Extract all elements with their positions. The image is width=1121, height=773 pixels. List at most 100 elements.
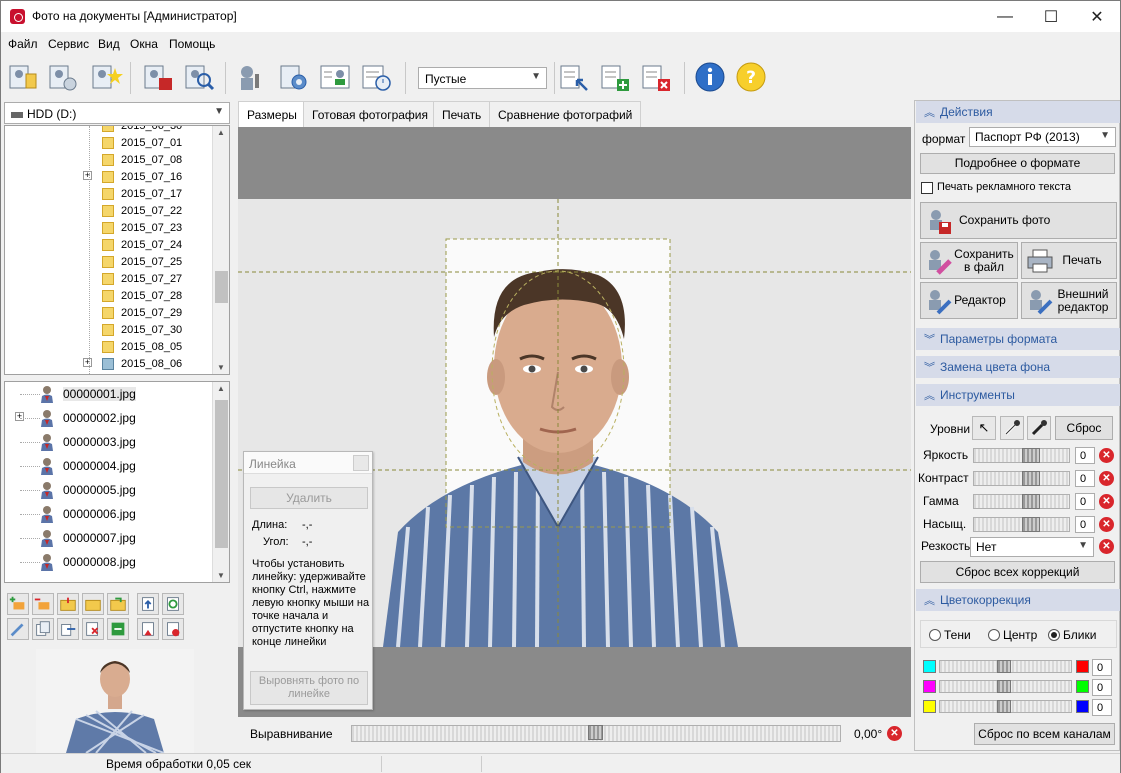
adjust-slider-thumb[interactable] — [1022, 517, 1040, 532]
tab-print[interactable]: Печать — [433, 101, 491, 127]
adjust-value[interactable]: 0 — [1075, 493, 1095, 510]
file-item[interactable]: 00000006.jpg — [5, 502, 211, 526]
scroll-down-icon[interactable]: ▼ — [217, 363, 225, 372]
adjust-slider[interactable] — [973, 494, 1070, 509]
folder-item[interactable]: 2015_07_08 — [5, 152, 211, 169]
scroll-up-icon[interactable]: ▲ — [217, 384, 225, 393]
sharpness-select[interactable]: Нет ▼ — [970, 537, 1094, 557]
add-above-icon[interactable] — [7, 593, 29, 615]
help-icon[interactable]: ? — [734, 60, 768, 94]
refresh-icon[interactable] — [162, 593, 184, 615]
adjust-reset-icon[interactable]: ✕ — [1099, 494, 1114, 509]
sort-asc-icon[interactable] — [137, 593, 159, 615]
channel-slider-thumb[interactable] — [997, 680, 1011, 693]
tab-sizes[interactable]: Размеры — [238, 101, 306, 128]
schedule-icon[interactable] — [359, 60, 393, 94]
folder-item[interactable]: 2015_07_17 — [5, 186, 211, 203]
adjust-reset-icon[interactable]: ✕ — [1099, 471, 1114, 486]
file-item[interactable]: 00000004.jpg — [5, 454, 211, 478]
folder-item[interactable]: 2015_08_05 — [5, 339, 211, 356]
folder-item[interactable]: 2015_07_01 — [5, 135, 211, 152]
format-select[interactable]: Паспорт РФ (2013) ▼ — [969, 127, 1116, 147]
section-color-correction-header[interactable]: ︽ Цветокоррекция — [916, 589, 1120, 611]
add-list-icon[interactable] — [598, 60, 632, 94]
drive-select[interactable]: HDD (D:) ▼ — [4, 102, 230, 124]
delete-file-icon[interactable] — [82, 618, 104, 640]
menu-view[interactable]: Вид — [98, 37, 120, 51]
settings-icon[interactable] — [277, 60, 311, 94]
adjust-value[interactable]: 0 — [1075, 447, 1095, 464]
folder-item[interactable]: 2015_07_23 — [5, 220, 211, 237]
time-sort-icon[interactable] — [162, 618, 184, 640]
channel-slider[interactable] — [939, 680, 1072, 693]
menu-windows[interactable]: Окна — [130, 37, 158, 51]
preset-select[interactable]: Пустые ▼ — [418, 67, 547, 89]
remove-item-icon[interactable] — [32, 593, 54, 615]
section-actions-header[interactable]: ︽ Действия — [916, 101, 1120, 123]
adjust-slider-thumb[interactable] — [1022, 448, 1040, 463]
expand-icon[interactable]: + — [15, 412, 24, 421]
file-list-scrollbar[interactable]: ▲ ▼ — [212, 382, 229, 582]
open-photos-icon[interactable] — [6, 60, 40, 94]
copy-icon[interactable] — [32, 618, 54, 640]
folder-item[interactable]: 2015_07_25 — [5, 254, 211, 271]
adjust-reset-icon[interactable]: ✕ — [1099, 517, 1114, 532]
white-eyedropper-icon[interactable] — [1000, 416, 1024, 440]
photo-search-icon[interactable] — [182, 60, 216, 94]
folder-tree-scrollbar[interactable]: ▲ ▼ — [212, 126, 229, 374]
mode-shadows-radio[interactable] — [929, 629, 941, 641]
info-icon[interactable] — [693, 60, 727, 94]
move-icon[interactable] — [57, 618, 79, 640]
folder-icon[interactable] — [82, 593, 104, 615]
channel-value[interactable]: 0 — [1092, 679, 1112, 696]
sync-icon[interactable] — [107, 618, 129, 640]
section-format-params-header[interactable]: ︾ Параметры формата — [916, 328, 1120, 350]
expand-icon[interactable]: + — [83, 171, 92, 180]
folder-item[interactable]: 2015_07_22 — [5, 203, 211, 220]
ruler-delete-button[interactable]: Удалить — [250, 487, 368, 509]
tab-ready-photo[interactable]: Готовая фотография — [303, 101, 438, 127]
file-item[interactable]: +00000002.jpg — [5, 406, 211, 430]
adjust-slider-thumb[interactable] — [1022, 494, 1040, 509]
folder-item[interactable]: 2015_07_27 — [5, 271, 211, 288]
maximize-button[interactable]: ☐ — [1028, 1, 1074, 32]
section-tools-header[interactable]: ︽ Инструменты — [916, 384, 1120, 406]
photo-book-icon[interactable] — [141, 60, 175, 94]
minimize-button[interactable]: — — [982, 1, 1028, 32]
camera-photos-icon[interactable] — [46, 60, 80, 94]
ruler-align-button[interactable]: Выровнять фото по линейке — [250, 671, 368, 705]
channel-slider-thumb[interactable] — [997, 660, 1011, 673]
channel-slider-thumb[interactable] — [997, 700, 1011, 713]
photo-canvas[interactable]: Линейка Удалить Длина: -,- Угол: -,- Что… — [238, 127, 911, 717]
sort-desc-icon[interactable] — [137, 618, 159, 640]
file-item[interactable]: 00000001.jpg — [5, 382, 211, 406]
file-item[interactable]: 00000005.jpg — [5, 478, 211, 502]
new-photo-icon[interactable] — [89, 60, 123, 94]
profile-card-icon[interactable] — [318, 60, 352, 94]
alignment-slider-thumb[interactable] — [588, 725, 603, 740]
folder-item[interactable]: 2015_07_28 — [5, 288, 211, 305]
folder-item[interactable]: 2015_07_29 — [5, 305, 211, 322]
tab-compare[interactable]: Сравнение фотографий — [489, 101, 642, 127]
editor-button[interactable]: Редактор — [920, 282, 1018, 319]
folder-item[interactable]: +2015_07_16 — [5, 169, 211, 186]
file-item[interactable]: 00000008.jpg — [5, 550, 211, 574]
import-list-icon[interactable] — [557, 60, 591, 94]
channel-value[interactable]: 0 — [1092, 699, 1112, 716]
mode-highlights-radio[interactable] — [1048, 629, 1060, 641]
menu-help[interactable]: Помощь — [169, 37, 215, 51]
channel-slider[interactable] — [939, 700, 1072, 713]
delete-list-icon[interactable] — [639, 60, 673, 94]
expand-icon[interactable]: + — [83, 358, 92, 367]
menu-service[interactable]: Сервис — [48, 37, 89, 51]
pointer-tool-icon[interactable]: ↖ — [972, 416, 996, 440]
adjust-value[interactable]: 0 — [1075, 516, 1095, 533]
folder-up-icon[interactable] — [57, 593, 79, 615]
print-ad-checkbox[interactable] — [921, 182, 933, 194]
folder-item[interactable]: +2015_08_06 — [5, 356, 211, 373]
folder-open-icon[interactable] — [107, 593, 129, 615]
adjust-slider[interactable] — [973, 471, 1070, 486]
adjust-slider[interactable] — [973, 517, 1070, 532]
file-list-scroll-thumb[interactable] — [215, 400, 228, 548]
adjust-slider-thumb[interactable] — [1022, 471, 1040, 486]
